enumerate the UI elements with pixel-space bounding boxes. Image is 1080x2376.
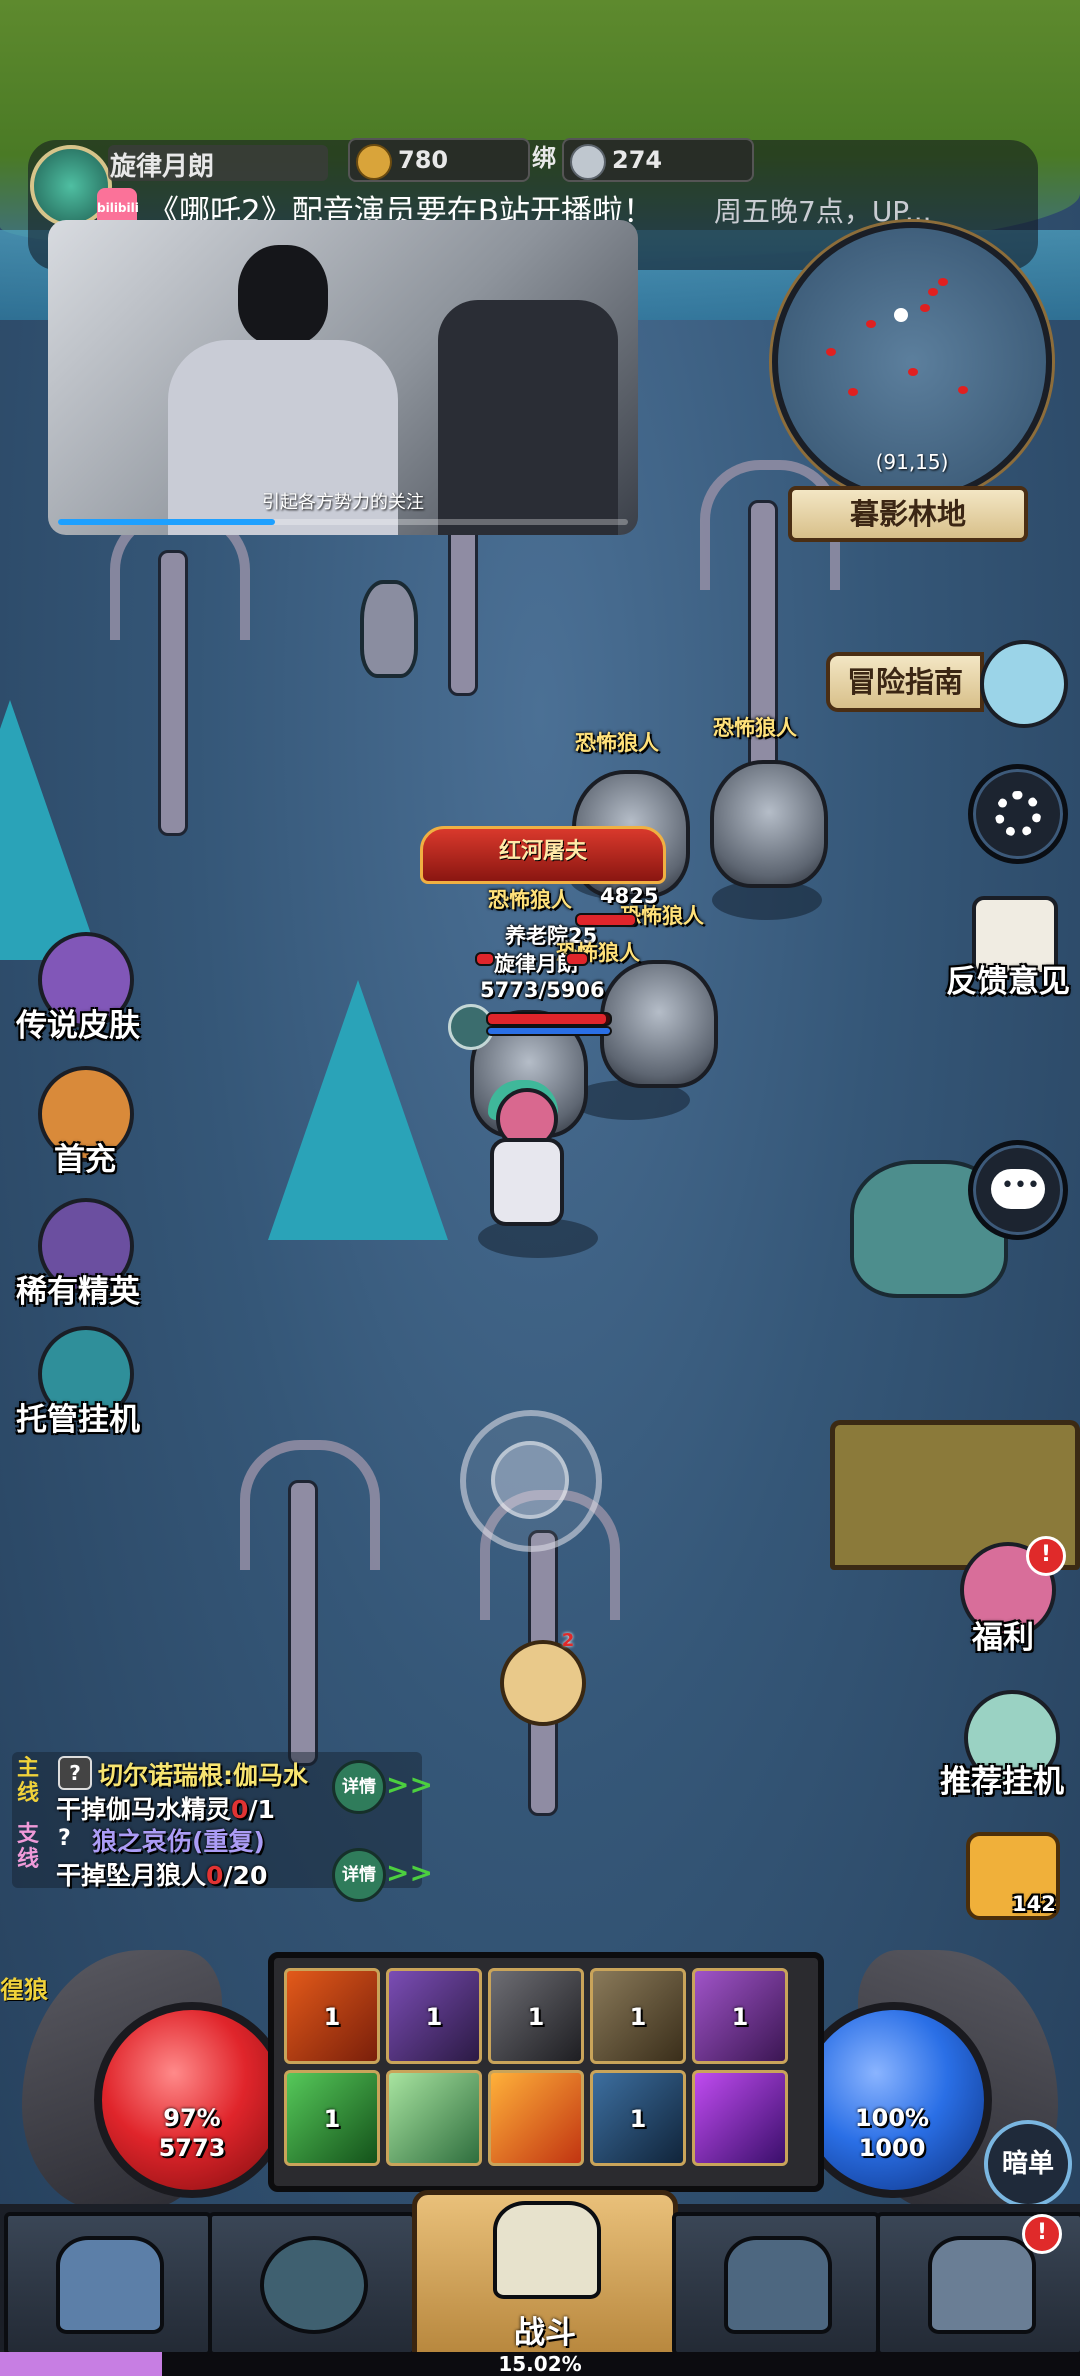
bound-coin-icon — [570, 144, 606, 180]
minimap[interactable]: (91,15) — [772, 222, 1052, 502]
player-name: 旋律月朗 — [110, 152, 215, 182]
chat-icon — [991, 1169, 1045, 1209]
hp-orb — [94, 2002, 290, 2198]
nav-guild[interactable] — [672, 2212, 880, 2356]
rare-elite-label[interactable]: 稀有精英 — [16, 1266, 140, 1311]
guide-npc-icon[interactable] — [980, 640, 1068, 728]
quest-help-icon: ? — [58, 1756, 92, 1790]
wolf-enemy[interactable] — [600, 960, 718, 1088]
player-title-bar — [565, 952, 589, 966]
quest-help-icon: ? — [58, 1826, 71, 1851]
video-progress[interactable] — [58, 519, 628, 525]
welfare-label[interactable]: 福利 — [972, 1612, 1034, 1657]
side-quest-task[interactable]: 干掉坠月狼人0/20 — [56, 1856, 267, 1892]
mp-percent: 100% — [854, 2104, 930, 2132]
settings-button[interactable] — [968, 764, 1068, 864]
pine-tree — [268, 980, 448, 1240]
hooded-figure-icon — [56, 2236, 164, 2334]
video-overlay[interactable]: 引起各方势力的关注 — [48, 220, 638, 535]
pet-badge: 2 — [561, 1630, 575, 1651]
fight-label: 战斗 — [514, 2315, 576, 2351]
mp-orb — [796, 2002, 992, 2198]
player-character[interactable] — [478, 1080, 568, 1238]
auto-battle-label[interactable]: 托管挂机 — [16, 1394, 140, 1439]
skill-slot[interactable]: 1 — [590, 2070, 686, 2166]
player-marker — [894, 308, 908, 322]
edge-label: 徨狼 — [0, 1976, 48, 2004]
skill-slot[interactable] — [386, 2070, 482, 2166]
side-quest-arrows: >> — [386, 1856, 433, 1889]
side-quest-title[interactable]: 狼之哀伤(重复) — [92, 1822, 265, 1858]
skill-slot[interactable] — [488, 2070, 584, 2166]
coral-tree — [240, 1400, 380, 1766]
mage-helmet-icon — [260, 2236, 368, 2334]
skill-slot[interactable]: 1 — [692, 1968, 788, 2064]
main-quest-tag: 主线 — [16, 1756, 39, 1806]
video-subtitle: 引起各方势力的关注 — [262, 492, 424, 513]
mp-value: 1000 — [858, 2134, 926, 2162]
fight-button[interactable]: 战斗 — [412, 2190, 678, 2368]
boss-title-banner: 红河屠夫 — [420, 826, 666, 884]
player-title-bar — [475, 952, 495, 966]
skill-slot[interactable] — [692, 2070, 788, 2166]
side-quest-tag: 支线 — [16, 1822, 39, 1872]
feedback-label[interactable]: 反馈意见 — [946, 956, 1070, 1001]
castle-icon — [928, 2236, 1036, 2334]
skill-slot[interactable]: 1 — [590, 1968, 686, 2064]
gear-icon — [995, 791, 1041, 837]
nav-alert-badge: ! — [1022, 2214, 1062, 2254]
gold-counter: 780 — [348, 138, 530, 182]
exp-text: 15.02% — [498, 2352, 582, 2376]
bound-counter: 274 — [562, 138, 754, 182]
gate-icon — [724, 2236, 832, 2334]
hp-percent: 97% — [163, 2104, 221, 2132]
battle-crest-icon — [493, 2201, 601, 2299]
first-charge-label[interactable]: 首充 — [54, 1134, 116, 1179]
joystick[interactable] — [460, 1410, 602, 1552]
item-count: 142 — [1012, 1892, 1056, 1916]
main-quest-task[interactable]: 干掉伽马水精灵0/1 — [56, 1790, 275, 1826]
nav-skills[interactable] — [208, 2212, 416, 2356]
joystick-knob[interactable] — [491, 1441, 569, 1519]
bound-label: 绑 — [532, 144, 556, 172]
side-quest-detail-button[interactable]: 详情 — [332, 1848, 386, 1902]
nav-character[interactable] — [4, 2212, 212, 2356]
exp-bar: 15.02% — [0, 2352, 1080, 2376]
pet-icon[interactable]: 2 — [500, 1630, 586, 1726]
chat-button[interactable] — [968, 1140, 1068, 1240]
zone-name: 暮影林地 — [788, 486, 1028, 542]
gold-coin-icon — [356, 144, 392, 180]
main-quest-title[interactable]: 切尔诺瑞根:伽马水 — [98, 1756, 308, 1792]
main-quest-arrows: >> — [386, 1768, 433, 1801]
main-quest-detail-button[interactable]: 详情 — [332, 1760, 386, 1814]
adventure-guide-button[interactable]: 冒险指南 — [826, 652, 984, 712]
wolf-enemy[interactable] — [710, 760, 828, 888]
recommend-auto-label[interactable]: 推荐挂机 — [940, 1756, 1064, 1801]
player-mp-bar — [486, 1026, 612, 1036]
pine-tree — [0, 700, 100, 960]
legend-skins-label[interactable]: 传说皮肤 — [16, 1000, 140, 1045]
stump — [360, 580, 418, 678]
enemy-name: 恐怖狼人 — [713, 716, 797, 740]
hp-value: 5773 — [158, 2134, 226, 2162]
enemy-name: 恐怖狼人 — [488, 888, 572, 912]
skill-slot[interactable]: 1 — [488, 1968, 584, 2064]
player-hp-text: 5773/5906 — [480, 978, 605, 1002]
enemy-name: 恐怖狼人 — [575, 731, 659, 755]
alert-badge: ! — [1026, 1536, 1066, 1576]
minimap-coords: (91,15) — [875, 450, 949, 474]
dark-mode-button[interactable]: 暗单 — [984, 2120, 1072, 2208]
skill-slot[interactable]: 1 — [284, 1968, 380, 2064]
skill-slot[interactable]: 1 — [284, 2070, 380, 2166]
skill-slot[interactable]: 1 — [386, 1968, 482, 2064]
player-hp-bar — [486, 1012, 612, 1026]
